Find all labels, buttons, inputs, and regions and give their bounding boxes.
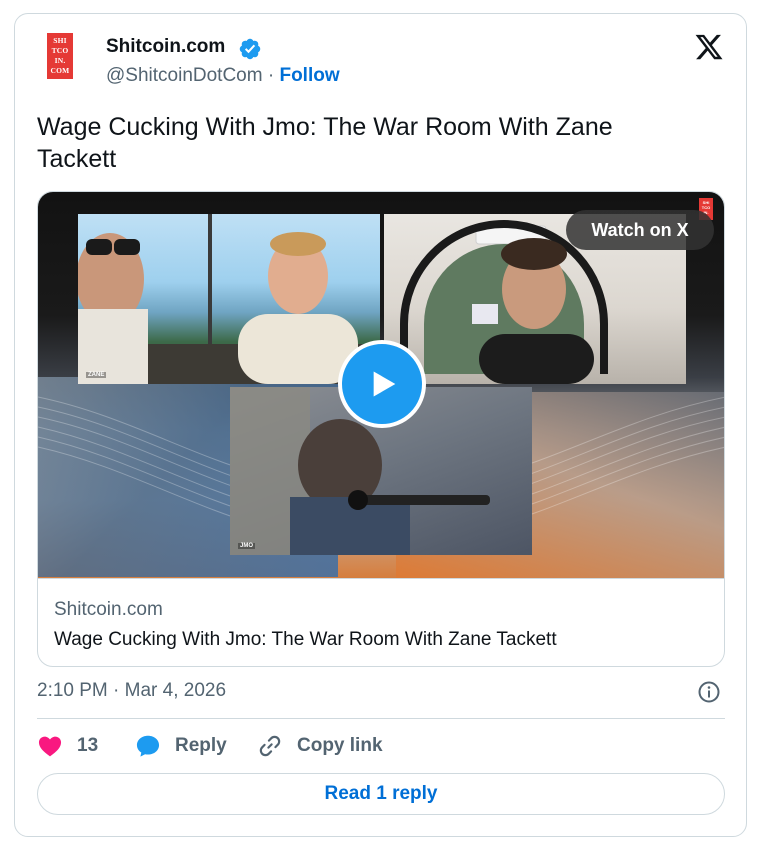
tweet-actions: 13 Reply Copy link xyxy=(37,731,725,761)
watch-on-x-button[interactable]: Watch on X xyxy=(566,210,714,250)
link-icon xyxy=(259,735,281,757)
author-handle-row: @ShitcoinDotCom · Follow xyxy=(106,65,340,87)
handle-separator: · xyxy=(262,65,280,86)
x-logo-icon[interactable] xyxy=(694,32,724,62)
participant-name-label: ZANE xyxy=(86,372,107,378)
reply-button[interactable]: Reply xyxy=(135,731,227,761)
read-replies-button[interactable]: Read 1 reply xyxy=(37,773,725,815)
tweet-text: Wage Cucking With Jmo: The War Room With… xyxy=(37,113,613,173)
copy-link-button[interactable]: Copy link xyxy=(257,731,383,761)
link-preview-meta[interactable]: Shitcoin.com Wage Cucking With Jmo: The … xyxy=(38,578,724,666)
participant-scene xyxy=(78,214,380,384)
author-display-name[interactable]: Shitcoin.com xyxy=(106,36,225,58)
avatar-logo: SHI TCO IN. COM xyxy=(47,32,73,79)
divider xyxy=(37,718,725,719)
tweet-timestamp[interactable]: 2:10 PM · Mar 4, 2026 xyxy=(37,680,226,702)
play-button[interactable] xyxy=(338,340,426,428)
info-icon[interactable] xyxy=(697,680,721,704)
speech-bubble-icon xyxy=(136,735,160,757)
participant-name-label: JMO xyxy=(238,543,256,549)
heart-icon xyxy=(38,736,62,757)
like-button[interactable]: 13 xyxy=(37,731,98,761)
avatar[interactable]: SHI TCO IN. COM xyxy=(40,27,80,84)
play-icon xyxy=(373,371,396,397)
reply-label: Reply xyxy=(175,735,227,756)
copy-link-label: Copy link xyxy=(297,735,383,756)
media-card[interactable]: ZANE JMO SHI TCO IN. Watch on X Shitcoin… xyxy=(37,191,725,667)
author-handle[interactable]: @ShitcoinDotCom xyxy=(106,65,263,86)
follow-link[interactable]: Follow xyxy=(279,65,339,86)
link-domain: Shitcoin.com xyxy=(54,599,163,620)
video-participant-frame: ZANE xyxy=(78,214,380,384)
like-count: 13 xyxy=(77,735,99,756)
link-title: Wage Cucking With Jmo: The War Room With… xyxy=(54,629,557,650)
video-thumbnail[interactable]: ZANE JMO SHI TCO IN. Watch on X xyxy=(38,192,724,578)
verified-badge-icon xyxy=(239,38,261,60)
